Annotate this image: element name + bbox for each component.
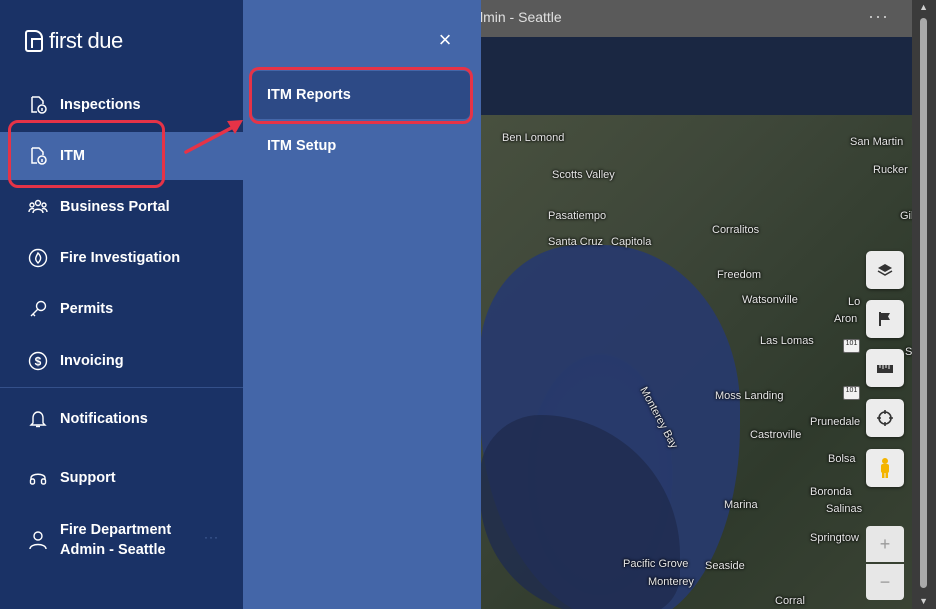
sidebar-divider xyxy=(0,387,243,388)
sidebar-item-label: Notifications xyxy=(60,411,148,427)
first-due-logo-icon xyxy=(25,30,43,52)
map-label: Corralitos xyxy=(712,224,760,236)
headset-icon xyxy=(28,468,48,488)
itm-reports-highlight-annotation xyxy=(249,67,473,124)
annotation-arrow-icon xyxy=(184,120,243,154)
map-label: Pasatiempo xyxy=(548,210,607,222)
sidebar-item-notifications[interactable]: Notifications xyxy=(0,396,243,442)
map-label: San Martin xyxy=(850,136,904,148)
map-label: Capitola xyxy=(611,236,652,248)
user-name-line1: Fire Department xyxy=(60,522,172,538)
scrollbar-thumb[interactable] xyxy=(920,18,927,588)
background-title: lmin - Seattle xyxy=(480,9,562,25)
map-label: Freedom xyxy=(717,269,762,281)
background-more-icon[interactable]: ··· xyxy=(868,6,889,27)
sidebar-item-label: Permits xyxy=(60,301,114,317)
map-label: Rucker xyxy=(873,164,908,176)
sidebar-item-permits[interactable]: Permits xyxy=(0,286,243,332)
map-label: Aron xyxy=(834,313,858,325)
logo-text: first due xyxy=(49,28,123,53)
vertical-scrollbar[interactable]: ▲ ▼ xyxy=(912,0,936,609)
map-label: Prunedale xyxy=(810,416,861,428)
dollar-circle-icon: $ xyxy=(28,351,48,371)
itm-highlight-annotation xyxy=(8,120,165,188)
sidebar-item-label: Inspections xyxy=(60,97,141,113)
map-label: Ben Lomond xyxy=(502,132,565,144)
map-label: Santa Cruz xyxy=(548,236,604,248)
map-label: Watsonville xyxy=(742,294,798,306)
locate-icon[interactable] xyxy=(866,399,904,437)
user-more-icon[interactable]: ··· xyxy=(204,530,219,544)
sidebar-item-invoicing[interactable]: $ Invoicing xyxy=(0,338,243,384)
map-label: Monterey xyxy=(648,576,694,588)
flame-icon xyxy=(28,248,48,268)
ruler-icon[interactable] xyxy=(866,349,904,387)
map-label: Castroville xyxy=(750,429,802,441)
map-label: Moss Landing xyxy=(715,390,784,402)
map-label: Salinas xyxy=(826,503,863,515)
users-group-icon xyxy=(28,197,48,217)
flag-icon[interactable] xyxy=(866,300,904,338)
map-label: Lo xyxy=(848,296,861,308)
close-icon[interactable]: × xyxy=(435,29,455,51)
map-label: Bolsa xyxy=(828,453,856,465)
sidebar-item-support[interactable]: Support xyxy=(0,455,243,501)
map-label: Pacific Grove xyxy=(623,558,689,570)
route-101-shield: 101 xyxy=(843,339,860,353)
first-due-logo[interactable]: first due xyxy=(25,28,123,54)
map-label: Springtow xyxy=(810,532,859,544)
sidebar-item-label: Fire Investigation xyxy=(60,250,181,266)
user-name-line2: Admin - Seattle xyxy=(60,542,166,558)
route-101-shield: 101 xyxy=(843,386,860,400)
main-sidebar: first due Inspections ITM Business Porta… xyxy=(0,0,243,609)
scroll-down-icon[interactable]: ▼ xyxy=(919,596,928,606)
sidebar-item-label: Invoicing xyxy=(60,353,124,369)
zoom-out-button[interactable]: − xyxy=(866,564,904,600)
user-icon xyxy=(28,530,48,550)
document-info-icon xyxy=(28,95,48,115)
sidebar-item-label: Business Portal xyxy=(60,199,170,215)
map-label: Corral xyxy=(775,595,805,607)
sidebar-item-fire-investigation[interactable]: Fire Investigation xyxy=(0,235,243,281)
zoom-in-button[interactable]: + xyxy=(866,526,904,562)
map-label: Las Lomas xyxy=(760,335,814,347)
submenu-item-itm-setup[interactable]: ITM Setup xyxy=(252,122,470,170)
sidebar-item-business-portal[interactable]: Business Portal xyxy=(0,184,243,230)
map-label: Boronda xyxy=(810,486,852,498)
user-profile[interactable]: Fire Department Admin - Seattle xyxy=(28,520,171,560)
map-label: Seaside xyxy=(705,560,745,572)
sidebar-item-label: Support xyxy=(60,470,116,486)
street-view-pegman-icon[interactable] xyxy=(866,449,904,487)
bell-icon xyxy=(28,409,48,429)
scroll-up-icon[interactable]: ▲ xyxy=(919,2,928,12)
layers-icon[interactable] xyxy=(866,251,904,289)
key-icon xyxy=(28,299,48,319)
map-label: Scotts Valley xyxy=(552,169,615,181)
map-label: Marina xyxy=(724,499,758,511)
svg-text:$: $ xyxy=(35,355,42,369)
